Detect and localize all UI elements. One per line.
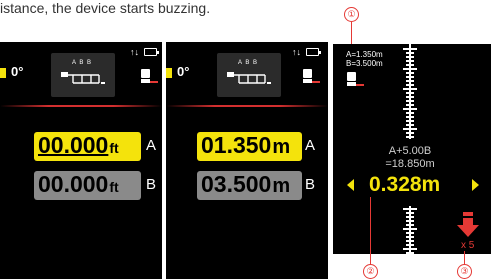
mode-graphic: A B B — [217, 53, 281, 97]
formula-line-2: =18.850m — [385, 158, 435, 170]
device-icon — [141, 69, 158, 83]
battery-icon — [306, 48, 321, 56]
ruler-tick — [406, 220, 414, 222]
ruler-tick — [403, 208, 417, 210]
ruler-tick — [406, 64, 414, 66]
level-indicator — [166, 68, 172, 78]
ruler-tick — [406, 80, 414, 82]
ruler-tick — [403, 68, 417, 70]
ruler-tick — [403, 248, 417, 250]
ruler-tick — [406, 236, 414, 238]
slot-a-label: A — [146, 137, 157, 154]
ruler-tick — [406, 84, 414, 86]
stored-b-value: B=3.500m — [346, 59, 383, 68]
divider-line — [0, 105, 162, 107]
ruler-tick — [403, 108, 417, 110]
signal-arrows-icon: ↑↓ — [130, 47, 139, 57]
angle-readout: 0° — [11, 64, 24, 79]
ruler-tick — [406, 212, 414, 214]
divider-line — [166, 105, 328, 107]
ruler-tick — [406, 244, 414, 246]
callout-2-leader — [370, 197, 372, 265]
measurement-a-unit: m — [272, 136, 291, 158]
down-arrow-icon — [457, 212, 479, 237]
ruler-tick — [403, 228, 417, 230]
measurement-b-box[interactable]: 03.500 m — [197, 171, 302, 200]
callout-1: ① — [344, 7, 359, 22]
measurement-a-value: 01.350 — [201, 132, 272, 158]
device-icon — [347, 72, 364, 86]
instruction-caption: istance, the device starts buzzing. — [0, 0, 211, 16]
measurement-a-unit: ft — [109, 140, 119, 156]
screen-panel-1: 0° A B B ↑↓ 00.000 ft A 00.000 ft B — [0, 42, 162, 279]
ruler-tick — [406, 116, 414, 118]
callout-1-leader — [351, 22, 353, 44]
ruler-tick — [406, 100, 414, 102]
ruler-tick — [406, 224, 414, 226]
measurement-a-box[interactable]: 01.350 m — [197, 132, 302, 161]
mode-graphic-letters: A B B — [72, 60, 93, 66]
ruler-tick — [406, 136, 414, 138]
ruler-tick — [406, 52, 414, 54]
measurement-b-unit: m — [272, 175, 291, 197]
ruler-tick — [406, 132, 414, 134]
ruler-tick — [406, 72, 414, 74]
measurement-a-value: 00.000 — [38, 132, 109, 158]
ruler-tick — [406, 56, 414, 58]
slot-b-label: B — [305, 176, 316, 193]
mode-graphic-letters: A B B — [238, 60, 259, 66]
ruler-tick — [406, 232, 414, 234]
ruler-tick — [406, 240, 414, 242]
device-icon — [303, 69, 320, 83]
level-indicator — [0, 68, 6, 78]
ruler-tick — [403, 48, 417, 50]
measurement-a-box[interactable]: 00.000 ft — [34, 132, 141, 161]
left-arrow-icon[interactable] — [347, 179, 354, 191]
measurement-b-value: 03.500 — [201, 171, 272, 197]
result-value: 0.328m — [369, 173, 441, 196]
stored-a-value: A=1.350m — [346, 50, 383, 59]
ruler-tick — [406, 96, 414, 98]
callout-2: ② — [363, 264, 378, 279]
callout-3: ③ — [457, 264, 472, 279]
ruler-tick — [406, 252, 414, 254]
right-arrow-icon[interactable] — [472, 179, 479, 191]
angle-readout: 0° — [177, 64, 190, 79]
mode-graphic: A B B — [51, 53, 115, 97]
slot-b-label: B — [146, 176, 157, 193]
ruler-tick — [406, 60, 414, 62]
formula-text: A+5.00B =18.850m — [350, 145, 470, 171]
ruler-tick — [406, 104, 414, 106]
callout-3-leader — [464, 251, 466, 265]
multiplier-label: x 5 — [461, 240, 475, 251]
formula-line-1: A+5.00B — [388, 145, 432, 157]
ruler-tick — [406, 76, 414, 78]
ruler-tick — [406, 120, 414, 122]
measurement-b-unit: ft — [109, 179, 119, 195]
ruler-tick — [406, 112, 414, 114]
battery-icon — [144, 48, 159, 56]
screen-panel-2: 0° A B B ↑↓ 01.350 m A 03.500 m B — [166, 42, 328, 279]
ruler-tick — [406, 124, 414, 126]
ruler-tick — [406, 92, 414, 94]
measurement-b-box[interactable]: 00.000 ft — [34, 171, 141, 200]
ruler-tick — [403, 88, 417, 90]
screen-panel-3: A=1.350m B=3.500m A+5.00B =18.850m 0.328… — [333, 44, 491, 254]
slot-a-label: A — [305, 137, 316, 154]
signal-arrows-icon: ↑↓ — [292, 47, 301, 57]
ruler-tick — [403, 128, 417, 130]
ruler-tick — [406, 216, 414, 218]
measurement-b-value: 00.000 — [38, 171, 109, 197]
